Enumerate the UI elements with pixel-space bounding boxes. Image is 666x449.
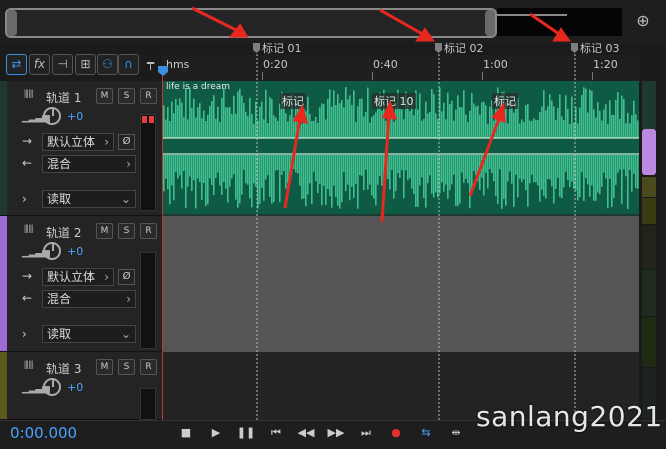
- track-overview-seg: [642, 198, 656, 224]
- track-1-header[interactable]: ⫴⫴ 轨道 1 M S R ▁▂▃▅ +0 → 默认立体 › Ø ← 混合 › › …: [0, 81, 162, 216]
- stop-button[interactable]: ■: [176, 424, 196, 442]
- output-select[interactable]: 混合 ›: [42, 290, 136, 308]
- waveform-icon: ⫴⫴: [24, 359, 34, 372]
- input-arrow-icon: →: [22, 269, 33, 283]
- track-overview-seg: [642, 177, 656, 197]
- waveform-icon: ⫴⫴: [24, 88, 34, 101]
- volume-knob[interactable]: [43, 378, 61, 396]
- go-to-start-button[interactable]: ⏮: [266, 424, 286, 442]
- pause-button[interactable]: ❚❚: [236, 424, 256, 442]
- rewind-button[interactable]: ◀◀: [296, 424, 316, 442]
- phase-button[interactable]: Ø: [118, 269, 135, 285]
- expand-chevron-icon[interactable]: ›: [22, 327, 27, 341]
- level-meter: [140, 114, 156, 211]
- mute-button[interactable]: M: [96, 223, 113, 239]
- track-overview-seg: [642, 317, 656, 367]
- track-2-header[interactable]: ⫴⫴ 轨道 2 M S R ▁▂▃▅ +0 → 默认立体 › Ø ← 混合 › › …: [0, 216, 162, 352]
- input-select[interactable]: 默认立体 ›: [42, 268, 114, 286]
- play-button[interactable]: ▶: [206, 424, 226, 442]
- mute-button[interactable]: M: [96, 88, 113, 104]
- playhead-line: [162, 76, 163, 420]
- loop-playback-button[interactable]: ⇆: [416, 424, 436, 442]
- track-1-overview[interactable]: [642, 81, 656, 129]
- level-meter: [140, 252, 156, 349]
- solo-button[interactable]: S: [118, 359, 135, 375]
- track-name[interactable]: 轨道 1: [46, 89, 81, 106]
- volume-knob[interactable]: [43, 107, 61, 125]
- track-3-header[interactable]: ⫴⫴ 轨道 3 M S R ▁▂▃▅ +0: [0, 352, 162, 420]
- track-name[interactable]: 轨道 2: [46, 224, 81, 241]
- record-button[interactable]: R: [140, 359, 157, 375]
- input-arrow-icon: →: [22, 134, 33, 148]
- track-overview-seg: [642, 270, 656, 316]
- automation-select[interactable]: 读取 ⌄: [42, 190, 136, 208]
- go-to-end-button[interactable]: ⏭: [356, 424, 376, 442]
- mute-button[interactable]: M: [96, 359, 113, 375]
- level-meter: [140, 388, 156, 420]
- track-overview-seg: [642, 225, 656, 269]
- waveform-icon: ⫴⫴: [24, 223, 34, 236]
- volume-value[interactable]: +0: [67, 381, 83, 394]
- record-button[interactable]: R: [140, 88, 157, 104]
- phase-button[interactable]: Ø: [118, 134, 135, 150]
- automation-select[interactable]: 读取 ⌄: [42, 325, 136, 343]
- output-select[interactable]: 混合 ›: [42, 155, 136, 173]
- record-button-transport[interactable]: ●: [386, 424, 406, 442]
- scroll-thumb[interactable]: [642, 129, 656, 175]
- solo-button[interactable]: S: [118, 223, 135, 239]
- track-color-stripe: [0, 81, 7, 215]
- skip-selection-button[interactable]: ⇹: [446, 424, 466, 442]
- record-button[interactable]: R: [140, 223, 157, 239]
- solo-button[interactable]: S: [118, 88, 135, 104]
- track-name[interactable]: 轨道 3: [46, 360, 81, 377]
- fast-forward-button[interactable]: ▶▶: [326, 424, 346, 442]
- volume-value[interactable]: +0: [67, 245, 83, 258]
- volume-value[interactable]: +0: [67, 110, 83, 123]
- output-arrow-icon: ←: [22, 156, 33, 170]
- expand-chevron-icon[interactable]: ›: [22, 192, 27, 206]
- output-arrow-icon: ←: [22, 291, 33, 305]
- input-select[interactable]: 默认立体 ›: [42, 133, 114, 151]
- volume-knob[interactable]: [43, 242, 61, 260]
- track-color-stripe: [0, 216, 7, 351]
- watermark: sanlang2021: [476, 400, 663, 433]
- time-display[interactable]: 0:00.000: [10, 424, 77, 442]
- track-color-stripe: [0, 352, 7, 419]
